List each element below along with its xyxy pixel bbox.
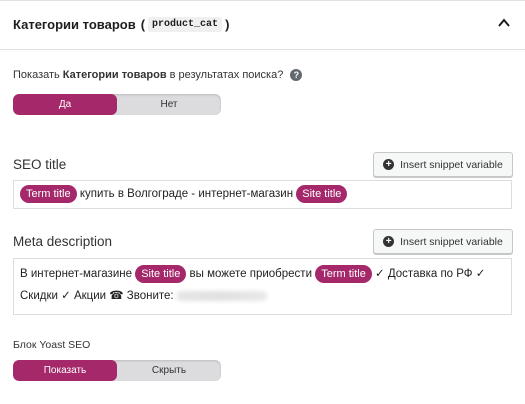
meta-text-3: ✓ Доставка по РФ ✓ [375,268,486,280]
search-visibility-toggle: Да Нет [13,94,221,115]
snippet-button-label: Insert snippet variable [400,235,503,248]
section-title-text: Категории товаров [13,17,136,32]
search-visibility-label: Показать Категории товаров в результатах… [13,69,303,81]
search-label-bold: Категории товаров [62,69,167,81]
section-header[interactable]: Категории товаров ( product_cat ) [0,0,525,50]
plus-circle-icon: + [383,236,395,247]
section-title: Категории товаров ( product_cat ) [13,17,229,32]
chevron-up-icon[interactable] [497,16,511,30]
plus-circle-icon: + [383,159,395,170]
paren-open: ( [140,17,146,32]
yoast-taxonomy-panel: Категории товаров ( product_cat ) Показа… [0,0,525,404]
meta-text-4: Скидки ✓ Акции ☎ Звоните: [20,290,174,302]
toggle-yes[interactable]: Да [13,94,117,115]
yoast-block-label: Блок Yoast SEO [13,339,91,351]
search-label-suffix: в результатах поиска? [169,69,284,81]
paren-close: ) [225,17,230,32]
meta-description-editor[interactable]: В интернет-магазине Site title вы можете… [13,258,512,315]
redacted-phone [176,290,267,301]
site-title-pill[interactable]: Site title [296,185,348,203]
toggle-hide[interactable]: Скрыть [117,360,221,381]
seo-title-insert-snippet-button[interactable]: + Insert snippet variable [373,152,513,177]
term-title-pill[interactable]: Term title [20,185,77,203]
site-title-pill[interactable]: Site title [135,264,187,283]
snippet-button-label: Insert snippet variable [400,158,503,171]
term-title-pill[interactable]: Term title [315,264,372,283]
seo-title-text: купить в Волгограде - интернет-магазин [79,188,294,201]
toggle-show[interactable]: Показать [13,360,117,381]
toggle-no[interactable]: Нет [117,94,221,115]
seo-title-label: SEO title [13,157,67,172]
meta-text-2: вы можете приобрести [189,268,312,280]
search-label-prefix: Показать [13,69,60,81]
seo-title-editor[interactable]: Term title купить в Волгограде - интерне… [13,180,512,209]
question-circle-icon[interactable]: ? [290,69,303,81]
meta-text-1: В интернет-магазине [20,268,132,280]
taxonomy-code: product_cat [148,17,223,32]
meta-description-label: Meta description [13,234,113,249]
yoast-block-toggle: Показать Скрыть [13,360,221,381]
meta-description-insert-snippet-button[interactable]: + Insert snippet variable [373,229,513,254]
